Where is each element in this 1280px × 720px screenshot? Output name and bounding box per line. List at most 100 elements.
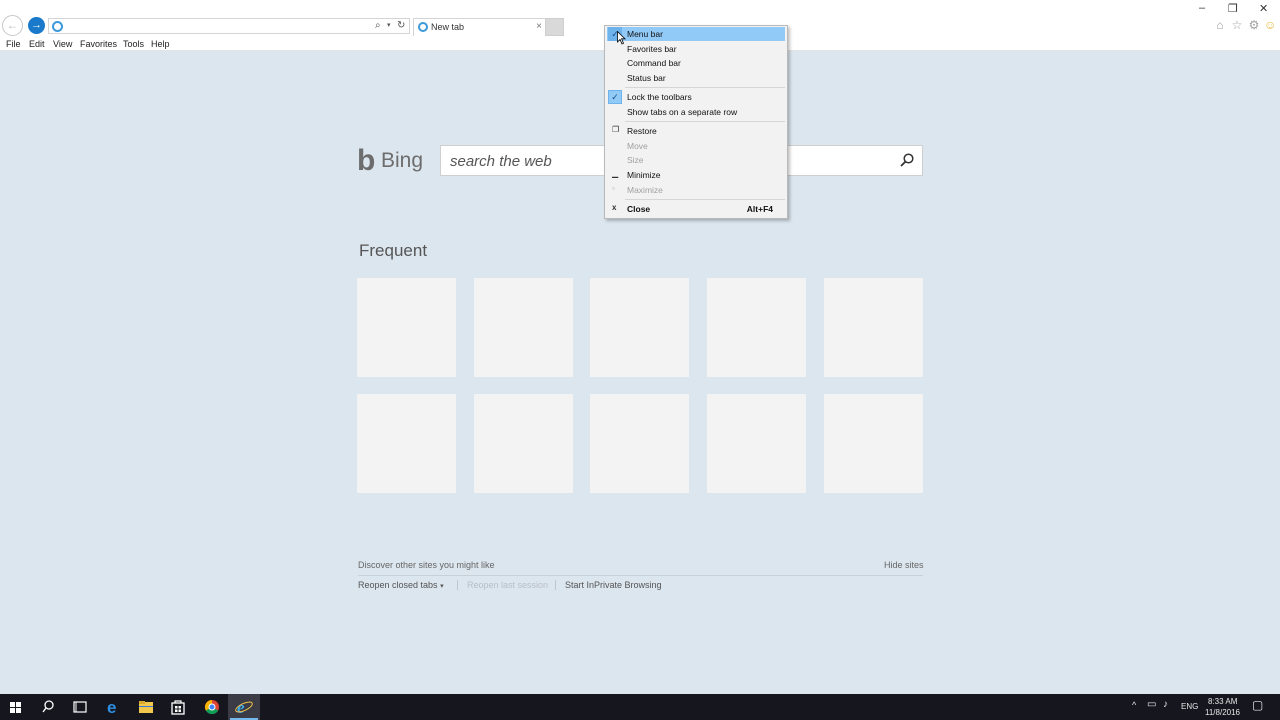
chrome-icon (204, 699, 219, 715)
network-icon[interactable]: ▭ (1147, 699, 1156, 710)
discover-sites-link[interactable]: Discover other sites you might like (358, 560, 495, 570)
menu-tools[interactable]: Tools (123, 39, 144, 49)
menu-item-size: Size (607, 153, 785, 167)
menu-separator (625, 87, 785, 88)
input-language[interactable]: ENG (1181, 702, 1198, 711)
divider (555, 580, 556, 590)
menu-help[interactable]: Help (151, 39, 170, 49)
task-view-button[interactable] (64, 694, 96, 720)
menu-item-label: Command bar (627, 58, 681, 68)
page-icon (52, 21, 63, 32)
tray-overflow-chevron-icon[interactable]: ^ (1132, 700, 1136, 710)
frequent-tile[interactable] (474, 278, 573, 377)
address-bar[interactable]: ⌕ ▾ ↻ (48, 18, 410, 34)
menu-item-menu-bar[interactable]: ✓ Menu bar (607, 27, 785, 41)
frequent-tile[interactable] (707, 278, 806, 377)
address-input[interactable] (67, 19, 377, 33)
menu-item-command-bar[interactable]: Command bar (607, 56, 785, 70)
windows-logo-icon (10, 702, 21, 713)
window-minimize-button[interactable]: – (1199, 2, 1205, 14)
frequent-tile[interactable] (474, 394, 573, 493)
favorites-star-icon[interactable]: ☆ (1231, 19, 1243, 31)
menu-favorites[interactable]: Favorites (80, 39, 117, 49)
refresh-icon[interactable]: ↻ (397, 19, 405, 33)
frequent-tile[interactable] (590, 394, 689, 493)
taskbar-edge[interactable]: e (98, 694, 130, 720)
frequent-tile[interactable] (824, 278, 923, 377)
frequent-tile[interactable] (590, 278, 689, 377)
menu-separator (625, 121, 785, 122)
store-bag-icon (171, 700, 185, 715)
forward-button[interactable]: → (28, 17, 45, 34)
hide-sites-link[interactable]: Hide sites (884, 560, 924, 570)
search-icon[interactable] (900, 153, 914, 167)
arrow-left-icon: ← (6, 18, 19, 32)
tab-close-button[interactable]: × (536, 21, 542, 32)
svg-text:e: e (107, 698, 116, 717)
restore-icon: ❐ (612, 125, 620, 134)
start-button[interactable] (0, 694, 32, 720)
mouse-cursor-icon (617, 31, 626, 45)
window-close-button[interactable]: ✕ (1259, 2, 1268, 15)
smiley-feedback-icon[interactable]: ☺ (1264, 19, 1276, 31)
back-button[interactable]: ← (2, 15, 23, 36)
menu-edit[interactable]: Edit (29, 39, 45, 49)
menu-item-restore[interactable]: ❐ Restore (607, 124, 785, 138)
home-icon[interactable]: ⌂ (1214, 19, 1226, 31)
tab-new-tab[interactable]: New tab × (413, 18, 546, 36)
menu-item-move: Move (607, 139, 785, 153)
frequent-heading: Frequent (359, 241, 428, 260)
menu-file[interactable]: File (6, 39, 21, 49)
search-icon[interactable]: ⌕ (375, 19, 381, 33)
taskbar-store[interactable] (162, 694, 194, 720)
menu-item-label: Show tabs on a separate row (627, 107, 738, 117)
reopen-closed-tabs-link[interactable]: Reopen closed tabs ▾ (358, 580, 444, 590)
bing-logo[interactable]: b Bing (357, 146, 427, 176)
clock-time[interactable]: 8:33 AM (1208, 697, 1237, 706)
volume-icon[interactable]: ♪ (1163, 699, 1168, 710)
menu-separator (625, 199, 785, 200)
menu-item-label: Size (627, 155, 644, 165)
menu-item-label: Status bar (627, 73, 666, 83)
search-icon (42, 700, 54, 713)
menu-item-show-tabs-separate-row[interactable]: Show tabs on a separate row (607, 105, 785, 119)
menu-item-label: Menu bar (627, 29, 663, 39)
menu-item-lock-toolbars[interactable]: ✓ Lock the toolbars (607, 90, 785, 104)
bing-b-icon: b (357, 144, 376, 177)
settings-gear-icon[interactable]: ⚙ (1248, 19, 1260, 31)
frequent-tile[interactable] (707, 394, 806, 493)
divider (457, 580, 458, 590)
shortcut-label: Alt+F4 (746, 204, 773, 214)
maximize-icon: ▫ (612, 184, 615, 193)
menu-view[interactable]: View (53, 39, 72, 49)
window-restore-button[interactable]: ❐ (1228, 2, 1238, 15)
frequent-tile[interactable] (824, 394, 923, 493)
notifications-icon[interactable]: ▢ (1252, 698, 1263, 712)
taskbar-chrome[interactable] (196, 694, 228, 720)
svg-text:e: e (237, 698, 245, 717)
frequent-tile[interactable] (357, 394, 456, 493)
taskbar-internet-explorer[interactable]: e (228, 694, 260, 720)
taskbar-search-button[interactable] (32, 694, 64, 720)
frequent-tile[interactable] (357, 278, 456, 377)
clock-date[interactable]: 11/8/2016 (1205, 708, 1240, 717)
menu-item-favorites-bar[interactable]: Favorites bar (607, 42, 785, 56)
edge-browser-icon: e (107, 698, 116, 717)
reopen-last-session-link: Reopen last session (467, 580, 549, 590)
new-tab-button[interactable] (545, 18, 564, 36)
internet-explorer-icon: e (235, 698, 253, 717)
close-icon: x (612, 203, 617, 212)
start-inprivate-link[interactable]: Start InPrivate Browsing (565, 580, 662, 590)
taskbar: e e ^ ▭ ♪ ENG 8:33 AM 11/8/2016 ▢ (0, 694, 1280, 720)
menu-item-label: Restore (627, 126, 657, 136)
dropdown-icon[interactable]: ▾ (387, 19, 391, 33)
menu-item-status-bar[interactable]: Status bar (607, 71, 785, 85)
task-view-icon (73, 701, 87, 713)
divider (358, 575, 923, 576)
minimize-icon: ▁ (612, 169, 619, 178)
menu-item-minimize[interactable]: ▁ Minimize (607, 168, 785, 182)
bing-logo-text: Bing (381, 149, 424, 172)
reopen-closed-tabs-label: Reopen closed tabs (358, 580, 438, 590)
menu-item-close[interactable]: x Close Alt+F4 (607, 202, 785, 216)
taskbar-file-explorer[interactable] (130, 694, 162, 720)
